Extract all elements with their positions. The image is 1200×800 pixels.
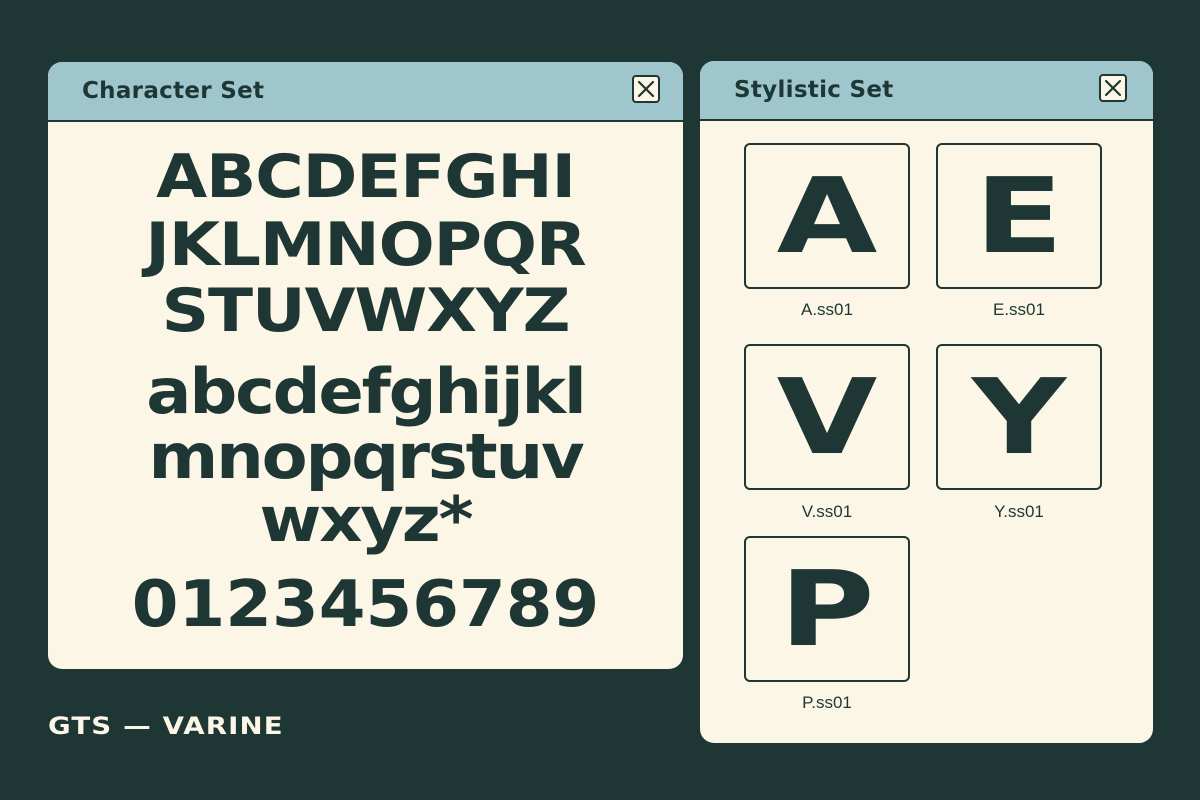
lowercase-line-1: abcdefghijkl <box>146 355 587 428</box>
alternate-glyph: V <box>776 356 878 478</box>
uppercase-line-2: JKLMNOPQR <box>145 210 586 280</box>
alternate-glyph: A <box>776 155 878 277</box>
uppercase-line-1: ABCDEFGHI <box>156 142 576 212</box>
stylistic-set-close-button[interactable] <box>1099 74 1127 102</box>
brand-wordmark: GTS — VARINE <box>48 712 284 740</box>
alternate-glyph: P <box>779 548 875 670</box>
alternate-tile-y[interactable]: Y <box>936 344 1102 490</box>
uppercase-line-3: STUVWXYZ <box>161 276 571 346</box>
alternate-label: E.ss01 <box>993 300 1045 319</box>
character-set-title-bar[interactable]: Character Set <box>48 62 683 122</box>
alternate-label: P.ss01 <box>802 693 852 712</box>
digits-line: 0123456789 <box>131 568 600 642</box>
alternate-label: V.ss01 <box>801 502 853 521</box>
alternate-tile-p[interactable]: P <box>744 536 910 682</box>
alternate-tile-a[interactable]: A <box>744 143 910 289</box>
alternate-tile-e[interactable]: E <box>936 143 1102 289</box>
character-set-title: Character Set <box>82 78 265 104</box>
alternate-glyph: E <box>974 155 1064 277</box>
alternate-label: A.ss01 <box>801 300 853 319</box>
close-icon <box>1104 79 1122 97</box>
character-set-close-button[interactable] <box>632 75 660 103</box>
alternate-tile-v[interactable]: V <box>744 344 910 490</box>
stylistic-set-title-bar[interactable]: Stylistic Set <box>700 61 1153 121</box>
character-set-window: Character Set ABCDEFGHI JKLMNOPQR STUVWX… <box>48 62 683 669</box>
alternate-label: Y.ss01 <box>994 502 1044 521</box>
lowercase-line-3: wxyz* <box>259 483 474 556</box>
stylistic-set-title: Stylistic Set <box>734 77 894 103</box>
close-icon <box>637 80 655 98</box>
alternate-glyph: Y <box>971 356 1067 478</box>
stylistic-set-window: Stylistic Set A A.ss01 E E.ss01 V V.ss01… <box>700 61 1153 743</box>
